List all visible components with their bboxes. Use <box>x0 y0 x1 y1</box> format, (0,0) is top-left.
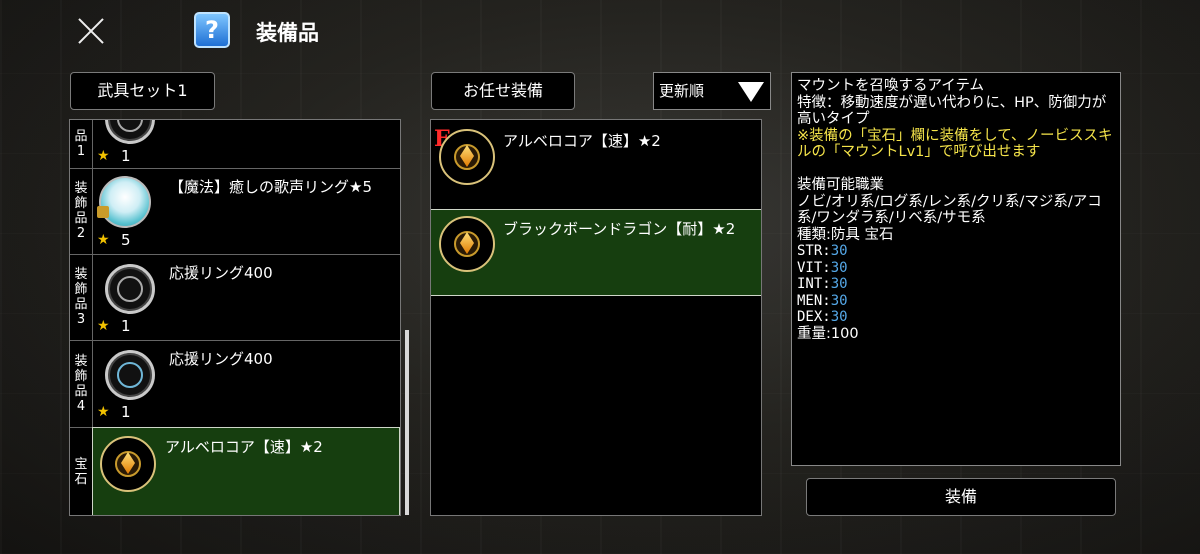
slot-accessory-3[interactable]: 装飾品3 ★ 1 応援リング400 <box>70 254 400 341</box>
item-name: 【魔法】癒しの歌声リング★5 <box>169 178 372 196</box>
item-description-panel: マウントを召喚するアイテム 特徴：移動速度が遅い代わりに、HP、防御力が高いタイ… <box>791 72 1121 466</box>
item-portrait-icon <box>99 176 151 228</box>
ring-icon <box>105 120 155 144</box>
star-icon: ★ <box>97 318 110 334</box>
item-name: アルベロコア【速】★2 <box>503 132 661 150</box>
stat-int: INT:30 <box>797 276 848 292</box>
item-name: 応援リング400 <box>169 350 273 368</box>
slot-gem[interactable]: 宝石 アルベロコア【速】★2 <box>70 427 400 515</box>
stat-vit: VIT:30 <box>797 259 848 276</box>
star-icon: ★ <box>97 232 110 248</box>
stat-dex: DEX:30 <box>797 309 848 325</box>
sort-label: 更新順 <box>659 82 705 100</box>
slot-label: 装飾品2 <box>74 181 88 241</box>
slot-label: 品1 <box>74 129 88 159</box>
item-name: 応援リング400 <box>169 264 273 282</box>
slot-label: 装飾品3 <box>74 267 88 327</box>
slot-label: 装飾品4 <box>74 353 88 414</box>
slot-accessory-4[interactable]: 装飾品4 ★ 1 応援リング400 <box>70 340 400 428</box>
item-name: アルベロコア【速】★2 <box>165 438 323 456</box>
description-note: ※装備の「宝石」欄に装備をして、ノービススキルの「マウントLv1」で呼び出せます <box>797 127 1113 161</box>
gem-icon <box>439 216 495 272</box>
slot-label: 宝石 <box>74 457 88 487</box>
item-name: ブラックボーンドラゴン【耐】★2 <box>503 220 736 238</box>
stat-men: MEN:30 <box>797 292 848 309</box>
equip-button[interactable]: 装備 <box>806 478 1116 516</box>
description-jobs: 装備可能職業 ノビ/オリ系/ログ系/レン系/クリ系/マジ系/アコ系/ワンダラ系/… <box>797 177 1102 243</box>
star-icon: ★ <box>97 404 110 420</box>
sort-dropdown[interactable]: 更新順 <box>653 72 771 110</box>
item-count: 1 <box>121 147 131 165</box>
gem-icon <box>100 436 156 492</box>
gem-icon <box>439 129 495 185</box>
slot-accessory-1[interactable]: 品1 ★ 1 <box>70 120 400 169</box>
description-intro: マウントを召喚するアイテム 特徴：移動速度が遅い代わりに、HP、防御力が高いタイ… <box>797 78 1107 127</box>
inventory-list[interactable]: E アルベロコア【速】★2 ブラックボーンドラゴン【耐】★2 <box>430 119 762 516</box>
auto-equip-button[interactable]: お任せ装備 <box>431 72 575 110</box>
ring-icon <box>105 350 155 400</box>
page-title: 装備品 <box>256 21 319 45</box>
dropdown-triangle-icon <box>738 82 764 102</box>
item-count: 5 <box>121 231 131 249</box>
weapon-set-button[interactable]: 武具セット1 <box>70 72 215 110</box>
item-count: 1 <box>121 403 131 421</box>
inventory-item[interactable]: E アルベロコア【速】★2 <box>431 120 761 210</box>
lock-icon <box>97 206 109 218</box>
help-icon[interactable]: ? <box>194 12 230 48</box>
close-icon[interactable] <box>76 16 106 46</box>
stat-str: STR:30 <box>797 243 848 259</box>
equipment-slot-list[interactable]: 品1 ★ 1 装飾品2 ★ 5 【魔法】癒しの歌声リング★5 装飾品3 ★ 1 … <box>69 119 401 516</box>
inventory-item-selected[interactable]: ブラックボーンドラゴン【耐】★2 <box>431 209 761 296</box>
item-count: 1 <box>121 317 131 335</box>
ring-icon <box>105 264 155 314</box>
weight-value: 重量:100 <box>797 325 859 342</box>
scrollbar[interactable] <box>405 330 409 515</box>
slot-accessory-2[interactable]: 装飾品2 ★ 5 【魔法】癒しの歌声リング★5 <box>70 168 400 255</box>
star-icon: ★ <box>97 148 110 164</box>
